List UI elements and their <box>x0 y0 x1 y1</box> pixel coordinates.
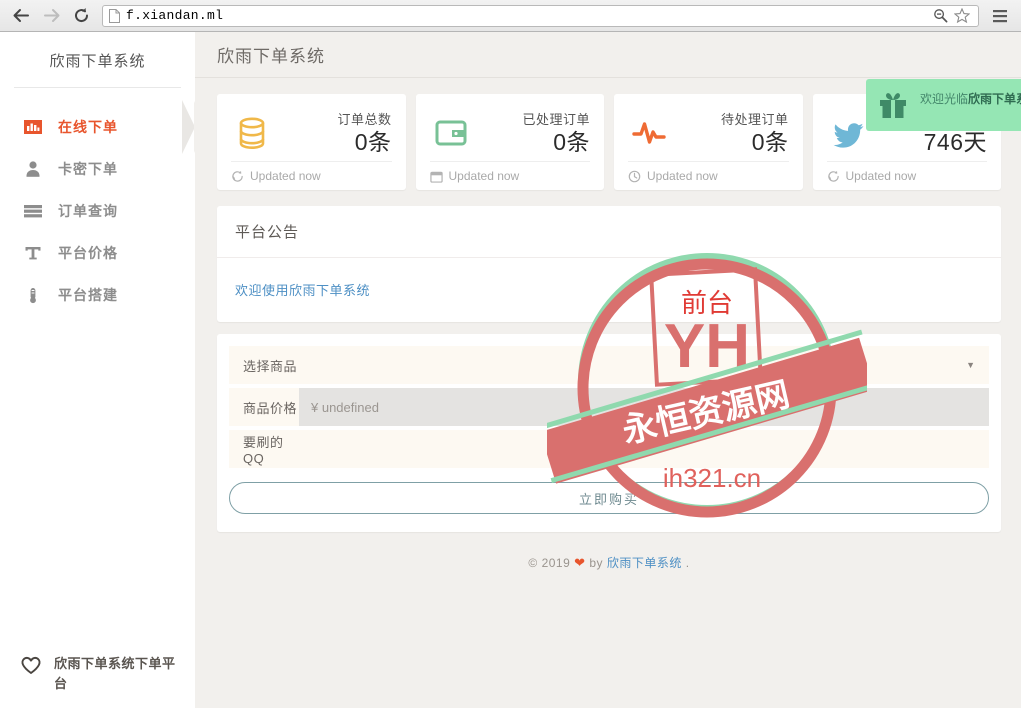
page-title: 欣雨下单系统 <box>195 32 1021 77</box>
database-icon <box>231 111 277 155</box>
sidebar-footer-label: 欣雨下单系统下单平台 <box>54 654 181 694</box>
stat-footer: Updated now <box>827 161 988 190</box>
stat-card: 订单总数 0条 Updated now <box>217 94 406 190</box>
stat-card: 待处理订单 0条 Updated now <box>614 94 803 190</box>
footer-link[interactable]: 欣雨下单系统 <box>607 556 682 570</box>
reload-button[interactable] <box>68 4 94 28</box>
refresh-icon <box>231 170 244 183</box>
form-label: 选择商品 <box>229 346 299 384</box>
sidebar-item-label: 平台搭建 <box>58 285 118 305</box>
refresh-icon <box>827 170 840 183</box>
main-content: 欣雨下单系统 <box>195 32 1021 708</box>
sidebar-item-card-order[interactable]: 卡密下单 <box>0 148 195 190</box>
stat-footer-text: Updated now <box>250 169 321 183</box>
heart-icon: ❤ <box>574 555 585 570</box>
forward-button[interactable] <box>38 4 64 28</box>
sidebar-nav: 在线下单 卡密下单 <box>0 106 195 316</box>
stat-card: 已处理订单 0条 Updated now <box>416 94 605 190</box>
product-price-value: ¥ undefined <box>311 400 379 415</box>
product-price-input: ¥ undefined <box>299 388 989 426</box>
welcome-toast: 欢迎光临欣雨下单系统 - 您值得信赖的社区中心 × <box>866 79 1021 131</box>
stat-footer: Updated now <box>628 161 789 190</box>
notice-panel: 平台公告 欢迎使用欣雨下单系统 <box>217 206 1001 322</box>
back-arrow-icon <box>13 8 30 23</box>
zoom-out-icon[interactable] <box>933 8 948 23</box>
back-button[interactable] <box>8 4 34 28</box>
thermometer-icon <box>22 284 44 306</box>
stat-value: 746天 <box>924 128 987 157</box>
sidebar-footer: 欣雨下单系统下单平台 <box>0 640 195 708</box>
stat-footer-text: Updated now <box>449 169 520 183</box>
heart-outline-icon <box>20 655 42 675</box>
stat-footer: Updated now <box>231 161 392 190</box>
gift-icon <box>878 90 908 120</box>
list-lines-icon <box>22 200 44 222</box>
sidebar-item-label: 在线下单 <box>58 117 118 137</box>
form-row-select-product: 选择商品 ▼ <box>229 346 989 384</box>
buy-now-button[interactable]: 立即购买 <box>229 482 989 514</box>
calendar-icon <box>430 170 443 183</box>
star-icon[interactable] <box>954 8 970 23</box>
stat-title: 已处理订单 <box>522 109 590 128</box>
page-footer: © 2019 ❤ by 欣雨下单系统 . <box>217 532 1001 571</box>
stat-footer-text: Updated now <box>647 169 718 183</box>
chart-bar-icon <box>22 116 44 138</box>
user-icon <box>22 158 44 180</box>
notice-panel-title: 平台公告 <box>217 206 1001 258</box>
stat-value: 0条 <box>721 128 789 157</box>
text-t-icon <box>22 242 44 264</box>
footer-by: by <box>589 556 603 570</box>
form-label: 商品价格 <box>229 388 299 426</box>
reload-icon <box>73 7 90 24</box>
order-form-panel: 选择商品 ▼ 商品价格 ¥ undefined 要刷的QQ <box>217 334 1001 532</box>
sidebar-item-label: 订单查询 <box>58 201 118 221</box>
toast-prefix: 欢迎光临 <box>920 92 968 106</box>
sidebar-item-platform-build[interactable]: 平台搭建 <box>0 274 195 316</box>
sidebar-item-platform-price[interactable]: 平台价格 <box>0 232 195 274</box>
hamburger-menu-icon <box>992 9 1008 23</box>
url-text: f.xiandan.ml <box>126 8 223 23</box>
sidebar: 欣雨下单系统 在线下单 <box>0 32 195 708</box>
wallet-icon <box>430 111 476 155</box>
sidebar-item-label: 平台价格 <box>58 243 118 263</box>
toast-message: 欢迎光临欣雨下单系统 - 您值得信赖的社区中心 <box>920 90 1021 110</box>
sidebar-item-order-query[interactable]: 订单查询 <box>0 190 195 232</box>
page-root: 欣雨下单系统 在线下单 <box>0 32 1021 708</box>
forward-arrow-icon <box>43 8 60 23</box>
stat-title: 待处理订单 <box>721 109 789 128</box>
browser-menu-button[interactable] <box>987 9 1013 23</box>
footer-period: . <box>686 556 690 570</box>
form-label: 要刷的QQ <box>229 430 299 468</box>
product-select[interactable]: ▼ <box>299 346 989 384</box>
content-area: 订单总数 0条 Updated now <box>195 78 1021 571</box>
form-row-product-price: 商品价格 ¥ undefined <box>229 388 989 426</box>
sidebar-divider <box>14 87 181 88</box>
footer-copyright: © 2019 <box>528 556 570 570</box>
sidebar-brand: 欣雨下单系统 <box>0 32 195 87</box>
page-document-icon <box>109 9 120 23</box>
stat-value: 0条 <box>337 128 391 157</box>
sidebar-item-label: 卡密下单 <box>58 159 118 179</box>
qq-input[interactable] <box>299 430 989 468</box>
form-row-qq: 要刷的QQ <box>229 430 989 468</box>
address-bar[interactable]: f.xiandan.ml <box>102 5 979 27</box>
browser-toolbar: f.xiandan.ml <box>0 0 1021 32</box>
stat-footer: Updated now <box>430 161 591 190</box>
clock-icon <box>628 170 641 183</box>
toast-strong: 欣雨下单系统 <box>968 92 1021 106</box>
stat-value: 0条 <box>522 128 590 157</box>
stat-footer-text: Updated now <box>846 169 917 183</box>
notice-link[interactable]: 欢迎使用欣雨下单系统 <box>235 283 370 298</box>
pulse-icon <box>628 111 674 155</box>
sidebar-item-online-order[interactable]: 在线下单 <box>0 106 195 148</box>
chevron-down-icon: ▼ <box>966 360 975 370</box>
stat-title: 订单总数 <box>337 109 391 128</box>
notice-panel-body: 欢迎使用欣雨下单系统 <box>217 258 1001 322</box>
